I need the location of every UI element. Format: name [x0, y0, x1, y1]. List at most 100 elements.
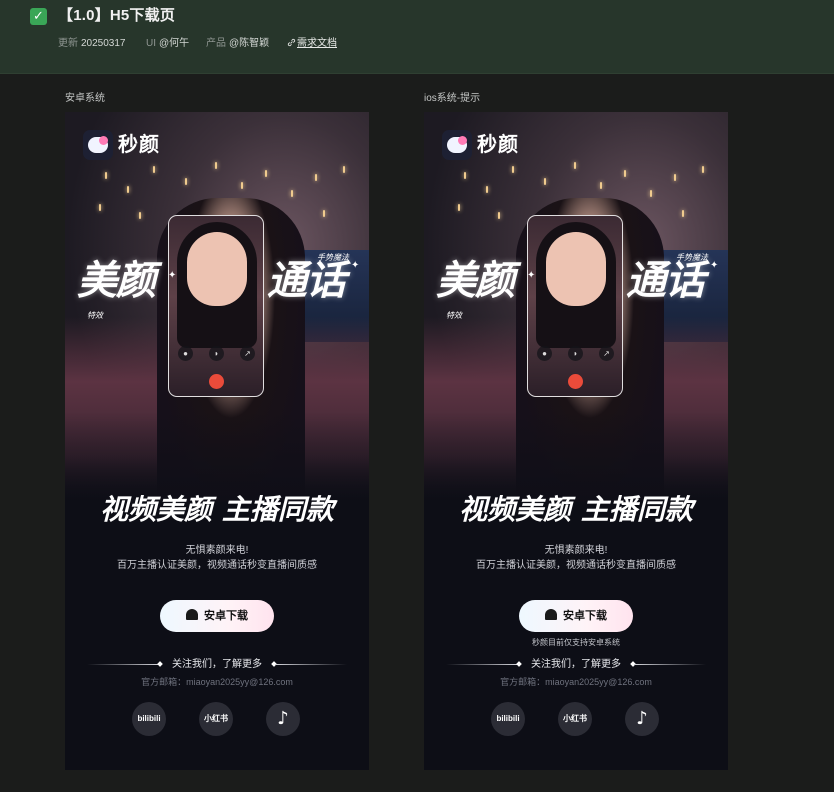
updated-meta: 更新 20250317 — [58, 37, 126, 50]
product-value[interactable]: @陈智颖 — [229, 38, 269, 49]
ceiling-light — [512, 166, 514, 173]
updated-label: 更新 — [58, 38, 78, 49]
effects-icon[interactable]: ↗ — [599, 346, 614, 361]
ceiling-light — [315, 174, 317, 181]
xiaohongshu-icon[interactable]: 小红书 — [199, 702, 233, 736]
ceiling-light — [498, 212, 500, 219]
product-meta: 产品 @陈智颖 — [206, 37, 269, 50]
ceiling-light — [139, 212, 141, 219]
android-download-button[interactable]: 安卓下载 — [160, 600, 274, 632]
requirements-doc-link[interactable]: 需求文档 — [287, 37, 337, 50]
brand-name: 秒颜 — [118, 134, 160, 156]
subtitle-line-1: 无惧素颜来电! — [185, 545, 249, 556]
ui-value[interactable]: @何午 — [159, 38, 189, 49]
panel-label: ios系统-提示 — [424, 93, 481, 104]
ceiling-light — [650, 190, 652, 197]
hero-fade — [65, 412, 369, 502]
xiaohongshu-icon[interactable]: 小红书 — [558, 702, 592, 736]
ceiling-light — [215, 162, 217, 169]
hero-fade — [424, 412, 728, 502]
tiktok-icon[interactable]: ♪ — [625, 702, 659, 736]
ceiling-light — [343, 166, 345, 173]
ceiling-light — [291, 190, 293, 197]
hero-image: ● ◗ ↗ 美颜 通话 特效 手势魔法 ✦ ✦ — [65, 112, 369, 502]
tag-left: 特效 — [87, 311, 103, 320]
subtitle-line-2: 百万主播认证美颜，视频通话秒变直播间质感 — [476, 560, 676, 571]
divider-right — [275, 664, 347, 665]
link-icon — [287, 38, 296, 47]
panel-label: 安卓系统 — [65, 93, 105, 104]
android-icon — [545, 609, 557, 620]
logo-dot — [458, 136, 467, 145]
ceiling-light — [265, 170, 267, 177]
phone-mockup: ● ◗ ↗ 美颜 通话 特效 手势魔法 ✦ ✦ 秒颜 视频美颜 主播同款 无惧素… — [65, 112, 369, 770]
ceiling-light — [674, 174, 676, 181]
sparkle-icon: ✦ — [168, 270, 177, 281]
ceiling-light — [624, 170, 626, 177]
speaker-icon[interactable]: ◗ — [209, 346, 224, 361]
ceiling-light — [574, 162, 576, 169]
header-bar: ✓ 【1.0】H5下载页 更新 20250317 UI @何午 产品 @陈智颖 需求文… — [0, 0, 834, 74]
download-label: 安卓下载 — [563, 610, 607, 622]
checkmark-icon: ✓ — [30, 8, 47, 25]
official-email[interactable]: 官方邮箱：miaoyan2025yy@126.com — [65, 676, 369, 688]
phone-mockup: ● ◗ ↗ 美颜 通话 特效 手势魔法 ✦ ✦ 秒颜 视频美颜 主播同款 无惧素… — [424, 112, 728, 770]
hangup-icon[interactable] — [568, 374, 583, 389]
ceiling-light — [486, 186, 488, 193]
brand-name: 秒颜 — [477, 134, 519, 156]
app-logo-icon — [442, 130, 472, 160]
ceiling-light — [544, 178, 546, 185]
call-face — [187, 232, 247, 306]
product-label: 产品 — [206, 38, 226, 49]
big-text-left: 美颜 — [436, 257, 515, 304]
app-logo-icon — [83, 130, 113, 160]
logo-dot — [99, 136, 108, 145]
call-face — [546, 232, 606, 306]
tiktok-icon[interactable]: ♪ — [266, 702, 300, 736]
subtitle-line-1: 无惧素颜来电! — [544, 545, 608, 556]
ceiling-light — [682, 210, 684, 217]
speaker-icon[interactable]: ◗ — [568, 346, 583, 361]
ceiling-light — [600, 182, 602, 189]
android-icon — [186, 609, 198, 620]
mic-icon[interactable]: ● — [178, 346, 193, 361]
big-text-left: 美颜 — [77, 257, 156, 304]
page-title: 【1.0】H5下载页 — [58, 7, 176, 24]
updated-value: 20250317 — [81, 38, 126, 49]
ios-hint: 秒颜目前仅支持安卓系统 — [532, 638, 620, 647]
tag-right: 手势魔法 — [676, 253, 708, 262]
sparkle-icon: ✦ — [527, 270, 536, 281]
big-text-right: 通话 — [267, 257, 346, 304]
bilibili-icon[interactable]: bilibili — [491, 702, 525, 736]
ceiling-light — [323, 210, 325, 217]
doc-link-label: 需求文档 — [297, 38, 337, 49]
video-call-window: ● ◗ ↗ — [527, 215, 623, 397]
divider-right — [634, 664, 706, 665]
official-email[interactable]: 官方邮箱：miaoyan2025yy@126.com — [424, 676, 728, 688]
headline: 视频美颜 主播同款 — [100, 493, 334, 526]
sparkle-icon: ✦ — [710, 260, 719, 271]
hero-image: ● ◗ ↗ 美颜 通话 特效 手势魔法 ✦ ✦ — [424, 112, 728, 502]
android-download-button[interactable]: 安卓下载 — [519, 600, 633, 632]
effects-icon[interactable]: ↗ — [240, 346, 255, 361]
ui-meta: UI @何午 — [146, 37, 189, 50]
ceiling-light — [153, 166, 155, 173]
bilibili-icon[interactable]: bilibili — [132, 702, 166, 736]
big-text-right: 通话 — [626, 257, 705, 304]
mic-icon[interactable]: ● — [537, 346, 552, 361]
headline: 视频美颜 主播同款 — [459, 493, 693, 526]
tag-right: 手势魔法 — [317, 253, 349, 262]
hangup-icon[interactable] — [209, 374, 224, 389]
video-call-window: ● ◗ ↗ — [168, 215, 264, 397]
ceiling-light — [127, 186, 129, 193]
ceiling-light — [241, 182, 243, 189]
ceiling-light — [105, 172, 107, 179]
ui-label: UI — [146, 38, 156, 49]
tag-left: 特效 — [446, 311, 462, 320]
ceiling-light — [185, 178, 187, 185]
subtitle-line-2: 百万主播认证美颜，视频通话秒变直播间质感 — [117, 560, 317, 571]
ceiling-light — [458, 204, 460, 211]
sparkle-icon: ✦ — [351, 260, 360, 271]
ceiling-light — [702, 166, 704, 173]
ceiling-light — [464, 172, 466, 179]
